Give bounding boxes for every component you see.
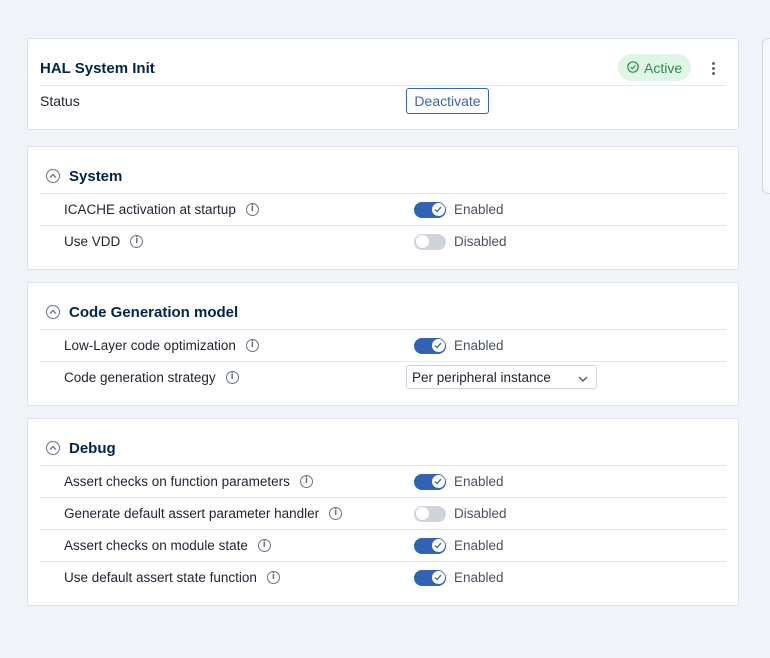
setting-label: Code generation strategy bbox=[64, 370, 216, 385]
toggle-switch[interactable] bbox=[414, 505, 446, 522]
toggle-switch[interactable] bbox=[414, 337, 446, 354]
toggle-switch[interactable] bbox=[414, 201, 446, 218]
info-icon[interactable]: i bbox=[329, 507, 343, 520]
section-debug: Debug Assert checks on function paramete… bbox=[27, 418, 739, 606]
info-icon[interactable]: i bbox=[225, 371, 239, 384]
setting-label: Assert checks on module state bbox=[64, 538, 248, 553]
list-item: ICACHE activation at startup i Enabled bbox=[40, 193, 726, 225]
status-badge: Active bbox=[618, 54, 692, 81]
list-item: Code generation strategy i Per peripheral… bbox=[40, 361, 726, 393]
info-icon[interactable]: i bbox=[130, 235, 144, 248]
info-icon[interactable]: i bbox=[266, 571, 280, 584]
header-divider bbox=[40, 85, 726, 86]
strategy-select[interactable]: Per peripheral instance bbox=[406, 365, 597, 389]
setting-label: ICACHE activation at startup bbox=[64, 202, 236, 217]
list-item: Use default assert state function i Enabl… bbox=[40, 561, 726, 593]
toggle-state: Disabled bbox=[454, 506, 507, 521]
toggle-state: Enabled bbox=[454, 338, 504, 353]
section-title: System bbox=[69, 167, 123, 185]
toggle-switch[interactable] bbox=[414, 537, 446, 554]
info-icon[interactable]: i bbox=[245, 339, 259, 352]
header-card: HAL System Init Active Status Deactivate bbox=[27, 38, 739, 130]
check-circle-icon bbox=[627, 60, 639, 76]
toggle-state: Enabled bbox=[454, 202, 504, 217]
chevron-up-circle-icon[interactable] bbox=[46, 305, 60, 319]
info-icon[interactable]: i bbox=[245, 203, 259, 216]
setting-label: Low-Layer code optimization bbox=[64, 338, 236, 353]
setting-label: Use default assert state function bbox=[64, 570, 257, 585]
deactivate-button[interactable]: Deactivate bbox=[406, 88, 489, 114]
list-item: Assert checks on function parameters i En… bbox=[40, 465, 726, 497]
section-header: Code Generation model bbox=[46, 301, 238, 323]
setting-label: Use VDD bbox=[64, 234, 121, 249]
section-system: System ICACHE activation at startup i Ena… bbox=[27, 146, 739, 270]
info-icon[interactable]: i bbox=[257, 539, 271, 552]
chevron-up-circle-icon[interactable] bbox=[46, 169, 60, 183]
section-title: Debug bbox=[69, 439, 116, 457]
toggle-state: Enabled bbox=[454, 570, 504, 585]
chevron-up-circle-icon[interactable] bbox=[46, 441, 60, 455]
setting-label: Generate default assert parameter handle… bbox=[64, 506, 320, 521]
info-icon[interactable]: i bbox=[299, 475, 313, 488]
section-title: Code Generation model bbox=[69, 303, 239, 321]
status-badge-label: Active bbox=[644, 59, 683, 76]
list-item: Use VDD i Disabled bbox=[40, 225, 726, 257]
status-label: Status bbox=[40, 93, 80, 109]
side-panel-edge bbox=[762, 38, 770, 194]
page-title: HAL System Init bbox=[40, 60, 155, 77]
list-item: Generate default assert parameter handle… bbox=[40, 497, 726, 529]
toggle-switch[interactable] bbox=[414, 473, 446, 490]
section-code-generation: Code Generation model Low-Layer code opt… bbox=[27, 282, 739, 406]
toggle-state: Disabled bbox=[454, 234, 507, 249]
kebab-menu-icon[interactable] bbox=[704, 57, 722, 79]
list-item: Low-Layer code optimization i Enabled bbox=[40, 329, 726, 361]
section-header: System bbox=[46, 165, 122, 187]
section-header: Debug bbox=[46, 437, 116, 459]
select-value: Per peripheral instance bbox=[412, 369, 551, 385]
toggle-switch[interactable] bbox=[414, 569, 446, 586]
chevron-down-icon bbox=[578, 370, 588, 385]
toggle-state: Enabled bbox=[454, 474, 504, 489]
toggle-switch[interactable] bbox=[414, 233, 446, 250]
toggle-state: Enabled bbox=[454, 538, 504, 553]
setting-label: Assert checks on function parameters bbox=[64, 474, 290, 489]
list-item: Assert checks on module state i Enabled bbox=[40, 529, 726, 561]
